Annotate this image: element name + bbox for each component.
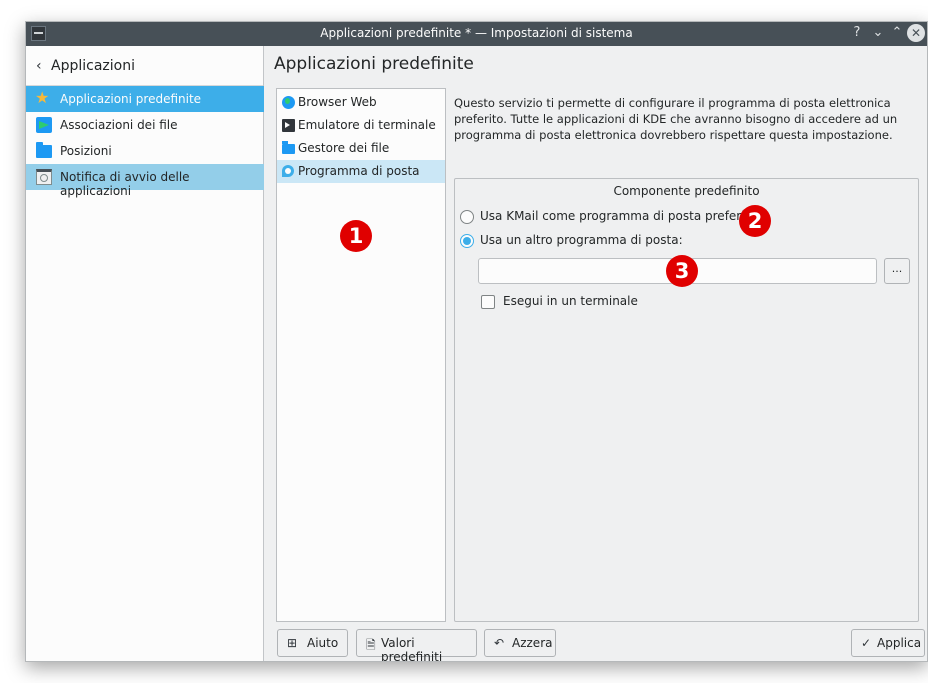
component-list: Browser Web Emulatore di terminale Gesto…	[276, 88, 446, 622]
sidebar-item-locations[interactable]: Posizioni	[26, 138, 264, 164]
annotation-badge-2: 2	[739, 205, 771, 237]
terminal-icon	[282, 119, 295, 132]
checkmark-icon: ✓	[861, 636, 872, 650]
defaults-button[interactable]: 🗎 Valori predefiniti	[356, 629, 477, 661]
reset-label: Azzera	[512, 636, 553, 650]
help-footer-label: Aiuto	[307, 636, 339, 650]
sidebar-back-button[interactable]: ‹ Applicazioni	[26, 46, 263, 86]
sidebar-item-label: Applicazioni predefinite	[60, 92, 202, 106]
sidebar-item-label: Posizioni	[60, 144, 112, 158]
star-icon: ★	[35, 88, 50, 107]
help-footer-button[interactable]: ⊞ Aiuto	[277, 629, 348, 657]
sidebar-back-label: Applicazioni	[51, 58, 135, 74]
mail-client-icon	[282, 165, 294, 177]
defaults-label: Valori predefiniti	[381, 636, 443, 662]
group-title: Componente predefinito	[613, 184, 760, 198]
page-title: Applicazioni predefinite	[274, 54, 474, 74]
sidebar-item-file-associations[interactable]: Associazioni dei file	[26, 112, 264, 138]
component-item-label: Gestore dei file	[298, 141, 390, 155]
kmail-radio-label[interactable]: Usa KMail come programma di posta prefer…	[480, 209, 757, 223]
launch-feedback-icon	[36, 169, 52, 185]
close-button[interactable]: ✕	[907, 24, 925, 42]
kmail-radio[interactable]	[460, 210, 474, 224]
component-item-label: Programma di posta	[298, 164, 420, 178]
component-item-file-manager[interactable]: Gestore dei file	[277, 137, 445, 160]
title-bar[interactable]: Applicazioni predefinite * — Impostazion…	[26, 22, 927, 46]
apply-button[interactable]: ✓ Applica	[851, 629, 925, 657]
other-program-radio-label[interactable]: Usa un altro programma di posta:	[480, 233, 683, 247]
folder-icon	[36, 142, 52, 158]
component-item-label: Emulatore di terminale	[298, 118, 436, 132]
run-in-terminal-label[interactable]: Esegui in un terminale	[503, 294, 638, 308]
component-item-mail-client[interactable]: Programma di posta	[277, 160, 445, 183]
component-item-label: Browser Web	[298, 95, 377, 109]
file-association-icon	[36, 117, 52, 133]
sidebar-item-label: Associazioni dei file	[60, 118, 178, 132]
sidebar-item-launch-feedback[interactable]: Notifica di avvio delle applicazioni	[26, 164, 264, 198]
undo-icon: ↶	[494, 636, 505, 650]
window-title: Applicazioni predefinite * — Impostazion…	[320, 26, 633, 40]
help-icon: ⊞	[287, 636, 298, 650]
apply-label: Applica	[877, 636, 922, 650]
other-program-radio[interactable]	[460, 234, 474, 248]
chevron-left-icon: ‹	[36, 58, 42, 74]
run-in-terminal-checkbox[interactable]	[481, 295, 495, 309]
component-item-web-browser[interactable]: Browser Web	[277, 91, 445, 114]
file-manager-icon	[282, 141, 295, 154]
component-item-terminal[interactable]: Emulatore di terminale	[277, 114, 445, 137]
help-button[interactable]: ?	[848, 24, 866, 42]
settings-window: Applicazioni predefinite * — Impostazion…	[25, 21, 928, 662]
browse-button[interactable]: ...	[884, 258, 910, 284]
minimize-button[interactable]: ⌄	[869, 24, 887, 42]
annotation-badge-3: 3	[666, 255, 698, 287]
document-icon: 🗎	[366, 638, 376, 652]
sidebar: ‹ Applicazioni ★ Applicazioni predefinit…	[26, 46, 264, 661]
reset-button[interactable]: ↶ Azzera	[484, 629, 556, 657]
component-description: Questo servizio ti permette di configura…	[454, 96, 898, 142]
annotation-badge-1: 1	[340, 220, 372, 252]
sidebar-item-label: Notifica di avvio delle applicazioni	[60, 170, 190, 198]
sidebar-item-default-applications[interactable]: ★ Applicazioni predefinite	[26, 86, 264, 112]
maximize-button[interactable]: ⌃	[888, 24, 906, 42]
globe-icon	[282, 96, 295, 109]
